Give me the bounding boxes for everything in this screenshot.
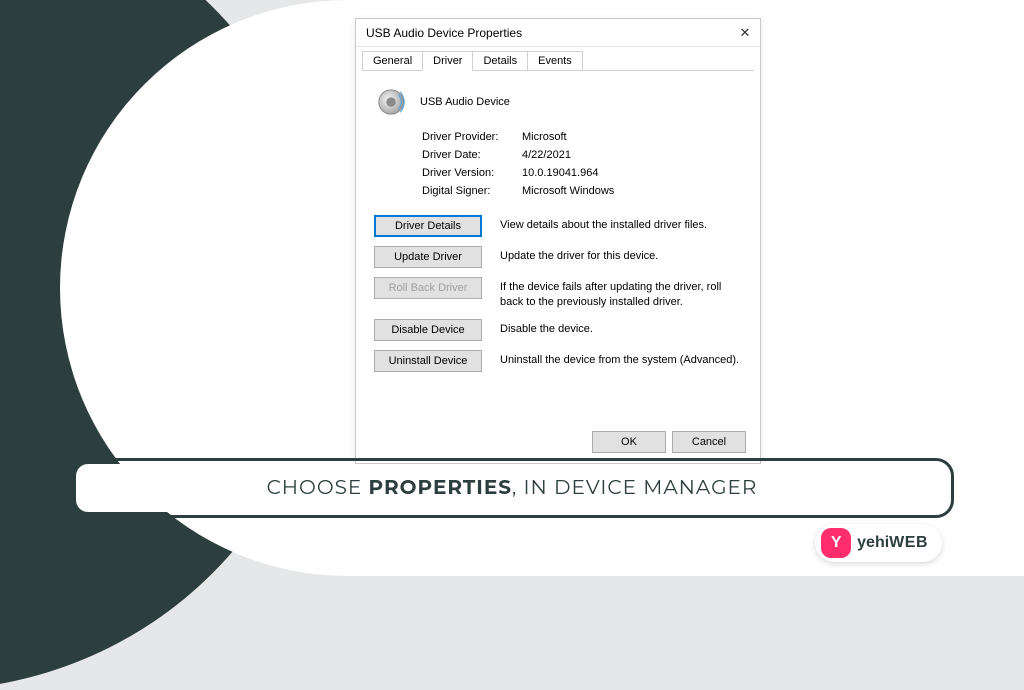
caption: CHOOSE PROPERTIES, IN DEVICE MANAGER	[76, 464, 948, 512]
caption-pre: CHOOSE	[267, 476, 369, 500]
action-row-disable: Disable Device Disable the device.	[374, 319, 742, 341]
roll-back-driver-button: Roll Back Driver	[374, 277, 482, 299]
signer-label: Digital Signer:	[422, 185, 522, 197]
uninstall-device-desc: Uninstall the device from the system (Ad…	[500, 350, 742, 368]
action-row-uninstall: Uninstall Device Uninstall the device fr…	[374, 350, 742, 372]
dialog-footer: OK Cancel	[592, 431, 746, 453]
disable-device-desc: Disable the device.	[500, 319, 742, 337]
logo-text-1: yehi	[857, 534, 889, 551]
provider-label: Driver Provider:	[422, 131, 522, 143]
update-driver-desc: Update the driver for this device.	[500, 246, 742, 264]
close-icon[interactable]: ✕	[738, 26, 752, 40]
disable-device-button[interactable]: Disable Device	[374, 319, 482, 341]
logo-text: yehiWEB	[857, 534, 928, 552]
ok-button[interactable]: OK	[592, 431, 666, 453]
action-row-update: Update Driver Update the driver for this…	[374, 246, 742, 268]
cancel-button[interactable]: Cancel	[672, 431, 746, 453]
dialog-titlebar: USB Audio Device Properties ✕	[356, 19, 760, 47]
signer-value: Microsoft Windows	[522, 185, 614, 197]
driver-info: Driver Provider: Microsoft Driver Date: …	[422, 131, 742, 197]
logo-text-2: WEB	[889, 534, 928, 551]
tab-driver[interactable]: Driver	[422, 51, 473, 71]
provider-value: Microsoft	[522, 131, 567, 143]
logo-mark-icon: Y	[821, 528, 851, 558]
update-driver-button[interactable]: Update Driver	[374, 246, 482, 268]
action-row-rollback: Roll Back Driver If the device fails aft…	[374, 277, 742, 310]
info-row-version: Driver Version: 10.0.19041.964	[422, 167, 742, 179]
version-value: 10.0.19041.964	[522, 167, 598, 179]
version-label: Driver Version:	[422, 167, 522, 179]
properties-dialog: USB Audio Device Properties ✕ General Dr…	[355, 18, 761, 464]
roll-back-driver-desc: If the device fails after updating the d…	[500, 277, 742, 310]
tab-general[interactable]: General	[362, 51, 423, 71]
tab-details[interactable]: Details	[472, 51, 528, 71]
device-header: USB Audio Device	[376, 87, 742, 117]
uninstall-device-button[interactable]: Uninstall Device	[374, 350, 482, 372]
date-label: Driver Date:	[422, 149, 522, 161]
caption-bold: PROPERTIES	[369, 476, 512, 500]
device-name: USB Audio Device	[420, 96, 510, 108]
driver-details-button[interactable]: Driver Details	[374, 215, 482, 237]
tab-strip: General Driver Details Events	[356, 47, 760, 71]
driver-details-desc: View details about the installed driver …	[500, 215, 742, 233]
caption-frame: CHOOSE PROPERTIES, IN DEVICE MANAGER	[70, 458, 954, 518]
info-row-signer: Digital Signer: Microsoft Windows	[422, 185, 742, 197]
dialog-body: USB Audio Device Driver Provider: Micros…	[356, 71, 760, 391]
tab-events[interactable]: Events	[527, 51, 583, 71]
caption-post: , IN DEVICE MANAGER	[512, 476, 757, 500]
action-row-details: Driver Details View details about the in…	[374, 215, 742, 237]
brand-logo: Y yehiWEB	[815, 524, 942, 562]
speaker-icon	[376, 87, 406, 117]
info-row-provider: Driver Provider: Microsoft	[422, 131, 742, 143]
date-value: 4/22/2021	[522, 149, 571, 161]
dialog-title: USB Audio Device Properties	[366, 26, 738, 40]
info-row-date: Driver Date: 4/22/2021	[422, 149, 742, 161]
